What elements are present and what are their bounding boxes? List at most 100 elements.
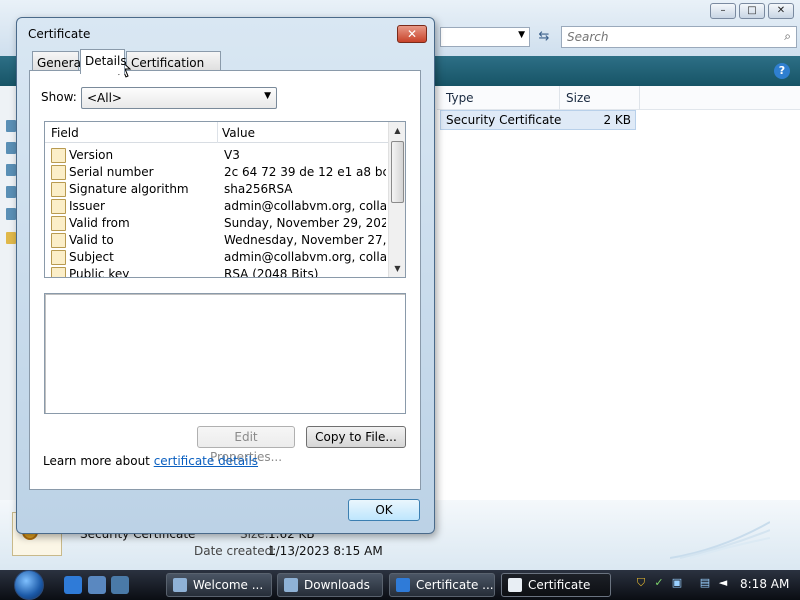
table-row[interactable]: Valid from Sunday, November 29, 2020 9..… [45,215,389,232]
folder-icon[interactable] [6,120,16,132]
taskbar-item-certificate-ie[interactable]: Certificate ... [389,573,495,597]
internet-explorer-icon [396,578,410,592]
chevron-down-icon[interactable]: ▼ [518,30,525,40]
certificate-details-link[interactable]: certificate details [154,454,258,468]
scroll-up-icon[interactable]: ▲ [389,122,405,139]
maximize-button[interactable]: □ [739,3,765,19]
folder-icon[interactable] [6,142,16,154]
edit-properties-button[interactable]: Edit Properties... [197,426,295,464]
search-icon[interactable]: ⌕ [784,29,791,44]
close-button[interactable]: ✕ [397,25,427,43]
close-button[interactable]: ✕ [768,3,794,19]
folder-icon[interactable] [6,208,16,220]
field-icon [51,216,66,231]
field-icon [51,267,66,277]
field-icon [51,148,66,163]
search-input[interactable] [567,30,767,44]
taskbar-item-label: Certificate [528,578,591,592]
field-list-header: Field Value [45,122,389,143]
show-desktop-icon[interactable] [88,576,106,594]
chevron-down-icon[interactable]: ▼ [264,91,271,101]
network-icon[interactable]: ▣ [670,576,684,592]
defender-icon[interactable]: ✓ [652,576,666,592]
window-icon [173,578,187,592]
field-name: Valid to [69,233,114,247]
decoration-swirl [670,521,770,559]
column-field[interactable]: Field [51,126,79,140]
taskbar-item-label: Downloads [304,578,370,592]
table-row[interactable]: Version V3 [45,147,389,164]
ok-button[interactable]: OK [348,499,420,521]
taskbar-item-certificate[interactable]: Certificate [501,573,611,597]
windows-logo-icon[interactable] [14,570,44,600]
taskbar-item-downloads[interactable]: Downloads [277,573,383,597]
field-icon [51,165,66,180]
field-value: admin@collabvm.org, collabne... [224,199,386,213]
minimize-button[interactable]: – [710,3,736,19]
field-value-box[interactable] [44,293,406,414]
taskbar-item-label: Welcome ... [193,578,264,592]
column-value[interactable]: Value [222,126,255,140]
field-value: Sunday, November 29, 2020 9... [224,216,386,230]
field-name: Version [69,148,114,162]
field-name: Subject [69,250,114,264]
table-row[interactable]: Valid to Wednesday, November 27, 20... [45,232,389,249]
field-icon [51,250,66,265]
column-size[interactable]: Size [566,91,591,105]
copy-to-file-button[interactable]: Copy to File... [306,426,406,448]
switch-windows-icon[interactable] [111,576,129,594]
show-label: Show: [41,90,77,104]
show-dropdown[interactable]: <All> ▼ [81,87,277,109]
field-rows: Version V3 Serial number 2c 64 72 39 de … [45,147,389,278]
field-value: RSA (2048 Bits) [224,267,319,278]
field-list[interactable]: Field Value Version V3 Serial number 2c … [44,121,406,278]
file-size: 2 KB [603,113,631,127]
field-value: Wednesday, November 27, 20... [224,233,386,247]
vertical-scrollbar[interactable]: ▲ ▼ [388,122,405,277]
network-disconnected-icon[interactable]: ▤ [698,576,712,592]
volume-muted-icon[interactable]: ◄ [716,576,730,592]
field-value: V3 [224,148,240,162]
scroll-down-icon[interactable]: ▼ [389,260,405,277]
search-box[interactable]: ⌕ [561,26,797,48]
field-name: Public key [69,267,130,278]
tab-label: General [37,56,85,70]
file-list-header: Type Size [437,86,800,110]
address-bar[interactable]: ▼ [440,27,530,47]
taskbar-item-label: Certificate ... [416,578,494,592]
scrollbar-thumb[interactable] [391,141,404,203]
table-row[interactable]: Public key RSA (2048 Bits) [45,266,389,278]
table-row[interactable]: Serial number 2c 64 72 39 de 12 e1 a8 bc… [45,164,389,181]
field-name: Serial number [69,165,154,179]
table-row[interactable]: Subject admin@collabvm.org, collabne... [45,249,389,266]
file-row[interactable]: Security Certificate 2 KB [440,110,636,130]
table-row[interactable]: Signature algorithm sha256RSA [45,181,389,198]
details-date-label: Date created: [194,544,277,558]
clock[interactable]: 8:18 AM [740,577,789,591]
column-type[interactable]: Type [446,91,474,105]
certificate-dialog: Certificate ✕ General Details Certificat… [16,17,435,534]
folder-icon[interactable] [6,186,16,198]
security-shield-icon[interactable]: ⛉ [634,576,648,592]
folder-icon[interactable] [6,232,16,244]
column-separator[interactable] [639,86,640,110]
refresh-icon[interactable]: ⇆ [533,27,555,47]
field-name: Valid from [69,216,130,230]
field-value: admin@collabvm.org, collabne... [224,250,386,264]
field-icon [51,233,66,248]
internet-explorer-icon[interactable] [64,576,82,594]
field-value: 2c 64 72 39 de 12 e1 a8 bc 22... [224,165,386,179]
field-value: sha256RSA [224,182,293,196]
column-separator[interactable] [559,86,560,110]
tab-label: Details [85,54,127,68]
certificate-icon [508,578,522,592]
folder-icon[interactable] [6,164,16,176]
column-separator[interactable] [217,122,218,143]
taskbar-item-welcome[interactable]: Welcome ... [166,573,272,597]
field-name: Signature algorithm [69,182,189,196]
learn-more-prefix: Learn more about [43,454,154,468]
table-row[interactable]: Issuer admin@collabvm.org, collabne... [45,198,389,215]
start-button[interactable] [10,570,50,600]
tab-details[interactable]: Details [80,49,127,74]
help-icon[interactable]: ? [774,63,790,79]
